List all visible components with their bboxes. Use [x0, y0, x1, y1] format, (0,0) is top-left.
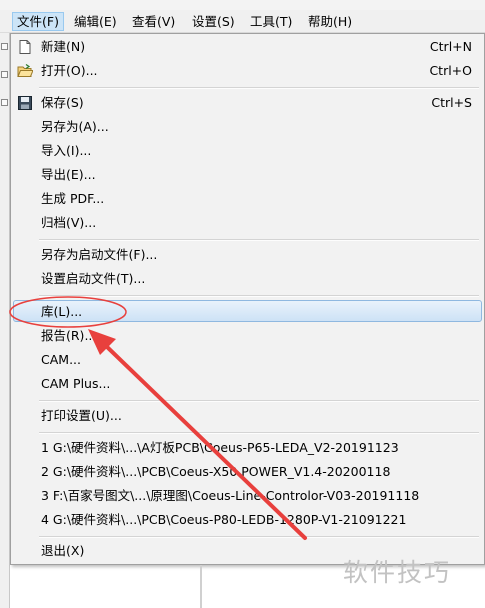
menu-separator — [39, 536, 479, 538]
recent-file-path: 2 G:\硬件资料\...\PCB\Coeus-X50 POWER_V1.4-2… — [41, 464, 391, 479]
watermark: 软件技巧 — [343, 558, 452, 587]
menu-item-report[interactable]: 报告(R)... — [13, 325, 482, 347]
menu-item-label: 退出(X) — [41, 543, 85, 558]
menu-item-label: 打开(O)... — [41, 63, 98, 78]
menu-separator — [39, 400, 479, 402]
menu-separator — [39, 87, 479, 89]
left-toolbar — [0, 33, 10, 608]
menu-edit[interactable]: 编辑(E) — [70, 12, 121, 31]
recent-file-path: 4 G:\硬件资料\...\PCB\Coeus-P80-LEDB-1280P-V… — [41, 512, 407, 527]
menu-item-label: 归档(V)... — [41, 215, 97, 230]
menu-item-label: CAM... — [41, 352, 81, 367]
menu-item-label: 报告(R)... — [41, 328, 97, 343]
menu-item-set-startup[interactable]: 设置启动文件(T)... — [13, 268, 482, 290]
menu-item-label: 生成 PDF... — [41, 191, 105, 206]
menu-item-recent-file[interactable]: 1 G:\硬件资料\...\A灯板PCB\Coeus-P65-LEDA_V2-2… — [13, 437, 482, 459]
title-strip — [0, 0, 485, 10]
toolbar-grip[interactable] — [1, 43, 8, 50]
menu-item-save[interactable]: 保存(S) Ctrl+S — [13, 92, 482, 114]
menu-item-print-setup[interactable]: 打印设置(U)... — [13, 405, 482, 427]
menu-item-label: 保存(S) — [41, 95, 84, 110]
menu-item-save-as[interactable]: 另存为(A)... — [13, 116, 482, 138]
menu-tools[interactable]: 工具(T) — [246, 12, 296, 31]
shortcut-label: Ctrl+S — [431, 95, 472, 110]
menu-separator — [39, 239, 479, 241]
menu-item-cam[interactable]: CAM... — [13, 349, 482, 371]
menu-item-label: 设置启动文件(T)... — [41, 271, 146, 286]
toolbar-grip[interactable] — [1, 71, 8, 78]
menu-item-open[interactable]: 打开(O)... Ctrl+O — [13, 60, 482, 82]
menu-separator — [39, 295, 479, 297]
new-file-icon — [19, 40, 31, 54]
shortcut-label: Ctrl+N — [429, 39, 472, 54]
menu-item-label: 另存为启动文件(F)... — [41, 247, 158, 262]
menu-item-label: CAM Plus... — [41, 376, 111, 391]
recent-file-path: 3 F:\百家号图文\...\原理图\Coeus-Line-Controlor-… — [41, 488, 420, 503]
open-folder-icon — [17, 64, 33, 77]
menu-item-label: 库(L)... — [41, 304, 83, 319]
menu-item-new[interactable]: 新建(N) Ctrl+N — [13, 36, 482, 58]
toolbar-grip[interactable] — [1, 99, 8, 106]
shortcut-label: Ctrl+O — [429, 63, 472, 78]
menu-item-recent-file[interactable]: 2 G:\硬件资料\...\PCB\Coeus-X50 POWER_V1.4-2… — [13, 461, 482, 483]
save-disk-icon — [18, 96, 32, 110]
menu-item-label: 导出(E)... — [41, 167, 96, 182]
menu-item-recent-file[interactable]: 3 F:\百家号图文\...\原理图\Coeus-Line-Controlor-… — [13, 485, 482, 507]
menu-item-label: 另存为(A)... — [41, 119, 109, 134]
menu-item-export[interactable]: 导出(E)... — [13, 164, 482, 186]
menu-item-cam-plus[interactable]: CAM Plus... — [13, 373, 482, 395]
menu-item-save-as-startup[interactable]: 另存为启动文件(F)... — [13, 244, 482, 266]
menu-item-archive[interactable]: 归档(V)... — [13, 212, 482, 234]
menu-settings[interactable]: 设置(S) — [188, 12, 239, 31]
menu-item-import[interactable]: 导入(I)... — [13, 140, 482, 162]
menu-item-recent-file[interactable]: 4 G:\硬件资料\...\PCB\Coeus-P80-LEDB-1280P-V… — [13, 509, 482, 531]
menu-help[interactable]: 帮助(H) — [304, 12, 356, 31]
menu-view[interactable]: 查看(V) — [128, 12, 179, 31]
file-menu-dropdown: 新建(N) Ctrl+N 打开(O)... Ctrl+O 保存(S) Ctrl+… — [10, 33, 485, 565]
menu-file[interactable]: 文件(F) — [12, 12, 64, 31]
menu-item-label: 打印设置(U)... — [41, 408, 122, 423]
recent-file-path: 1 G:\硬件资料\...\A灯板PCB\Coeus-P65-LEDA_V2-2… — [41, 440, 399, 455]
pane-divider — [200, 565, 202, 608]
menu-bar: 文件(F) 编辑(E) 查看(V) 设置(S) 工具(T) 帮助(H) — [0, 10, 485, 33]
menu-separator — [39, 432, 479, 434]
menu-item-label: 导入(I)... — [41, 143, 92, 158]
menu-item-label: 新建(N) — [41, 39, 86, 54]
menu-item-library[interactable]: 库(L)... — [13, 300, 482, 322]
menu-item-generate-pdf[interactable]: 生成 PDF... — [13, 188, 482, 210]
